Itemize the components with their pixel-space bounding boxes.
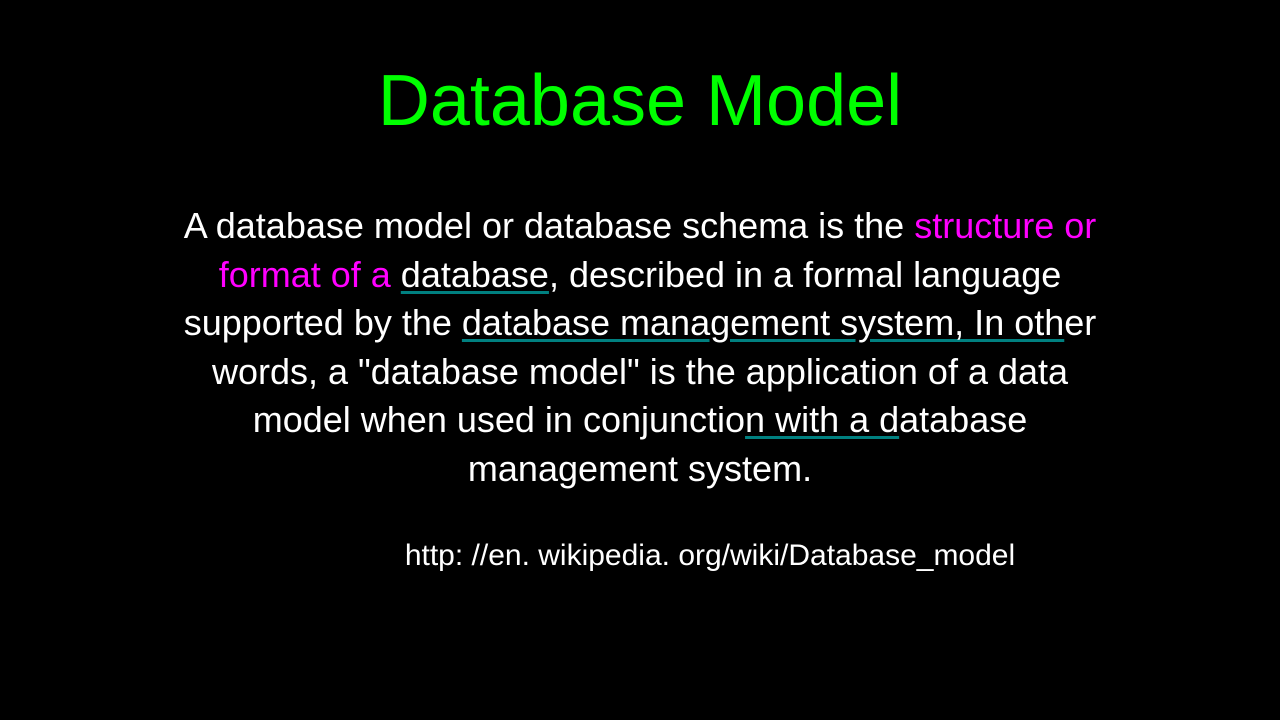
source-url: http: //en. wikipedia. org/wiki/Database…: [0, 539, 1280, 573]
link-with-a-d[interactable]: n with a d: [745, 399, 899, 440]
link-database[interactable]: database: [401, 254, 549, 295]
slide: Database Model A database model or datab…: [0, 0, 1280, 720]
slide-body: A database model or database schema is t…: [170, 202, 1110, 494]
slide-title: Database Model: [0, 60, 1280, 142]
body-text-1: A database model or database schema is t…: [184, 205, 914, 246]
link-dbms[interactable]: database management system, In oth: [462, 302, 1064, 343]
